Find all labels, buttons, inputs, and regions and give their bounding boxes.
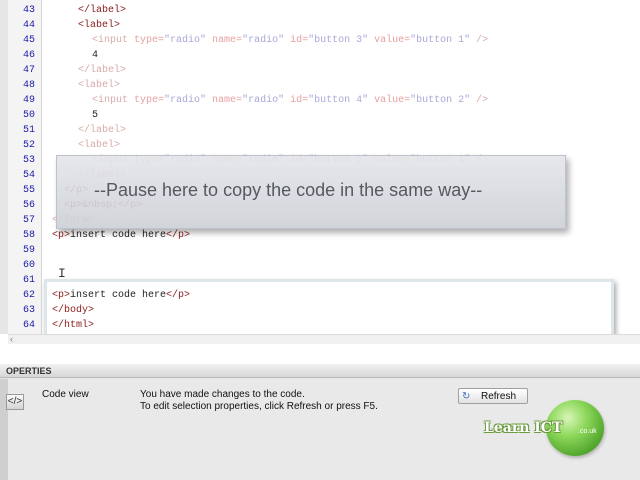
line-code: <p>insert code here</p> [52, 228, 190, 243]
code-line[interactable]: 49 <input type="radio" name="radio" id="b… [0, 93, 640, 108]
line-number: 64 [22, 320, 35, 331]
line-code: 5 [92, 108, 98, 123]
changes-message: You have made changes to the code. [140, 389, 305, 400]
refresh-button[interactable]: ↻ Refresh [458, 388, 528, 404]
line-number: 53 [22, 155, 35, 166]
code-token: "radio" [164, 95, 213, 106]
code-editor[interactable]: 43 </label> 44 <label> 45 <input type="radio"… [0, 0, 640, 334]
code-token: type= [134, 35, 165, 46]
refresh-button-label: Refresh [481, 391, 517, 402]
line-number: 46 [22, 50, 35, 61]
code-token: "radio" [242, 95, 291, 106]
code-line[interactable]: 45 <input type="radio" name="radio" id="b… [0, 33, 640, 48]
line-number: 49 [22, 95, 35, 106]
line-number: 58 [22, 230, 35, 241]
code-token: value= [374, 35, 411, 46]
line-code: </label> [78, 123, 126, 138]
code-token: insert code here [70, 230, 167, 241]
line-number: 51 [22, 125, 35, 136]
code-token: </p> [166, 230, 191, 241]
code-token: <label> [78, 140, 121, 151]
code-line[interactable]: 44 <label> [0, 18, 640, 33]
line-number: 57 [22, 215, 35, 226]
refresh-hint-message: To edit selection properties, click Refr… [140, 401, 378, 412]
line-number: 45 [22, 35, 35, 46]
line-number: 54 [22, 170, 35, 181]
code-line[interactable]: 43 </label> [0, 3, 640, 18]
code-line[interactable]: 51 </label> [0, 123, 640, 138]
code-token: <p> [52, 230, 71, 241]
properties-title: OPERTIES [6, 366, 52, 376]
scroll-left-icon[interactable]: ‹ [10, 334, 13, 344]
line-number: 50 [22, 110, 35, 121]
properties-header[interactable] [0, 364, 640, 378]
code-line[interactable]: 58 <p>insert code here</p> [0, 228, 640, 243]
code-token: 4 [92, 50, 99, 61]
highlight-frame [44, 279, 614, 334]
properties-code-icon[interactable]: </> [6, 394, 24, 410]
line-code: </label> [78, 63, 126, 78]
line-number: 60 [22, 260, 35, 271]
code-token: name= [212, 95, 243, 106]
line-number: 61 [22, 275, 35, 286]
code-token: <label> [78, 20, 121, 31]
line-code: <input type="radio" name="radio" id="but… [92, 93, 488, 108]
line-code: </label> [78, 3, 126, 18]
pause-callout-text: --Pause here to copy the code in the sam… [94, 180, 483, 200]
line-code: <label> [78, 78, 120, 93]
code-line[interactable]: 59 [0, 243, 640, 258]
code-token: </label> [78, 125, 127, 136]
refresh-icon: ↻ [462, 391, 471, 402]
code-token: "radio" [164, 35, 213, 46]
learn-ict-logo-text: Learn ICT [484, 420, 563, 436]
panel-gap [0, 344, 640, 364]
line-number: 48 [22, 80, 35, 91]
code-token: </label> [78, 65, 127, 76]
code-token: <input [92, 95, 135, 106]
line-number: 59 [22, 245, 35, 256]
code-token: name= [212, 35, 243, 46]
learn-ict-logo-suffix: .co.uk [578, 428, 597, 435]
code-view-label: Code view [42, 389, 89, 400]
code-token: /> [476, 35, 489, 46]
code-token: "button 4" [308, 95, 375, 106]
code-line[interactable]: 48 <label> [0, 78, 640, 93]
code-line[interactable]: 47 </label> [0, 63, 640, 78]
code-line[interactable]: 46 4 [0, 48, 640, 63]
code-line[interactable]: 60 [0, 258, 640, 273]
code-token: type= [134, 95, 165, 106]
line-code: 4 [92, 48, 98, 63]
code-line[interactable]: 50 5 [0, 108, 640, 123]
line-number: 56 [22, 200, 35, 211]
code-line[interactable]: 52 <label> [0, 138, 640, 153]
line-number: 52 [22, 140, 35, 151]
line-code: <input type="radio" name="radio" id="but… [92, 33, 488, 48]
code-token: "radio" [242, 35, 291, 46]
code-token: id= [290, 95, 309, 106]
line-number: 47 [22, 65, 35, 76]
line-number: 55 [22, 185, 35, 196]
code-token: </label> [78, 5, 127, 16]
line-number: 43 [22, 5, 35, 16]
code-token: <label> [78, 80, 121, 91]
horizontal-scrollbar[interactable] [8, 334, 640, 344]
code-token: <input [92, 35, 135, 46]
line-code: <label> [78, 18, 120, 33]
code-token: "button 2" [410, 95, 477, 106]
code-token: 5 [92, 110, 99, 121]
text-cursor-icon: I [58, 266, 66, 281]
code-token: value= [374, 95, 411, 106]
line-number: 44 [22, 20, 35, 31]
line-code: <label> [78, 138, 120, 153]
code-token: "button 3" [308, 35, 375, 46]
code-token: id= [290, 35, 309, 46]
line-number: 62 [22, 290, 35, 301]
code-token: /> [476, 95, 489, 106]
line-number: 63 [22, 305, 35, 316]
code-token: "button 1" [410, 35, 477, 46]
